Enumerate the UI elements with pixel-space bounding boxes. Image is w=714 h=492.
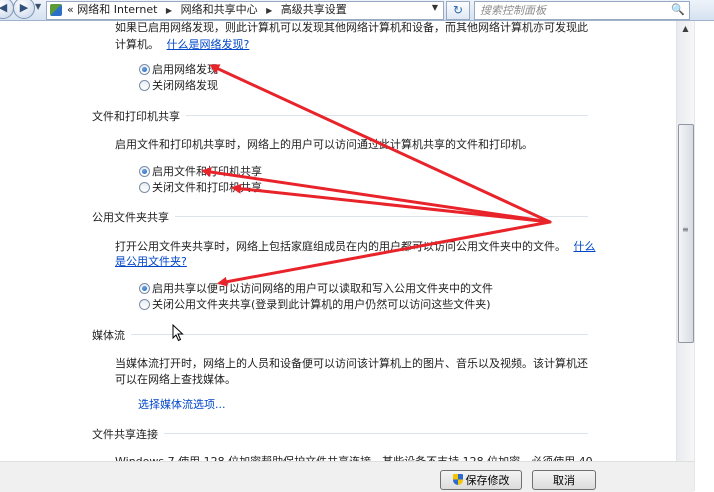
mouse-cursor-icon: [172, 324, 184, 342]
save-changes-label: 保存修改: [465, 474, 510, 487]
uac-shield-icon: [452, 474, 463, 485]
breadcrumb-overflow[interactable]: «: [67, 3, 74, 16]
forward-button[interactable]: ▶: [13, 0, 35, 19]
file-sharing-connections-description: Windows 7 使用 128 位加密帮助保护文件共享连接。某些设备不支持 1…: [115, 453, 593, 461]
refresh-button[interactable]: ↻: [446, 1, 470, 20]
enable-public-folder-sharing-radio[interactable]: [139, 283, 150, 294]
disable-public-folder-sharing-label[interactable]: 关闭公用文件夹共享(登录到此计算机的用户仍然可以访问这些文件夹): [152, 296, 491, 312]
back-button[interactable]: ◀: [0, 0, 14, 19]
forward-arrow-icon: ▶: [19, 1, 29, 14]
what-is-public-folder-link-cont[interactable]: 是公用文件夹?: [115, 255, 187, 268]
disable-network-discovery-radio[interactable]: [139, 80, 150, 91]
back-arrow-icon: ◀: [0, 1, 8, 14]
refresh-icon: ↻: [452, 3, 464, 17]
recent-pages-dropdown[interactable]: ▼: [35, 2, 41, 11]
disable-file-printer-sharing-radio[interactable]: [139, 182, 150, 193]
breadcrumb-network-sharing-center[interactable]: 网络和共享中心: [181, 3, 258, 16]
media-streaming-description-end: 可以在网络上查找媒体。: [115, 373, 236, 386]
media-streaming-heading: 媒体流: [92, 327, 588, 342]
breadcrumb-separator-icon[interactable]: ▶: [161, 6, 177, 15]
breadcrumb[interactable]: « 网络和 Internet ▶ 网络和共享中心 ▶ 高级共享设置 ▼: [46, 1, 444, 20]
disable-file-printer-sharing-label[interactable]: 关闭文件和打印机共享: [152, 179, 262, 195]
breadcrumb-separator-icon[interactable]: ▶: [261, 6, 277, 15]
cancel-button[interactable]: 取消: [532, 470, 596, 490]
disable-network-discovery-label[interactable]: 关闭网络发现: [152, 77, 218, 93]
scroll-up-icon[interactable]: ▲: [677, 21, 694, 37]
footer-bar: 保存修改 取消: [0, 461, 694, 492]
search-icon[interactable]: 🔍: [671, 3, 685, 16]
grip-icon: ≡: [682, 225, 689, 234]
save-changes-button[interactable]: 保存修改: [440, 470, 522, 490]
file-printer-sharing-heading: 文件和打印机共享: [92, 108, 588, 123]
control-panel-icon: [50, 4, 62, 16]
window-edge: [694, 21, 714, 491]
public-folder-sharing-description: 打开公用文件夹共享时，网络上包括家庭组成员在内的用户都可以访问公用文件夹中的文件…: [115, 240, 566, 253]
network-discovery-intro-end: 计算机。: [115, 38, 159, 51]
scrollbar-thumb[interactable]: ≡: [678, 124, 694, 343]
address-dropdown-icon[interactable]: ▼: [432, 3, 438, 12]
file-printer-sharing-description: 启用文件和打印机共享时，网络上的用户可以访问通过此计算机共享的文件和打印机。: [115, 138, 533, 151]
what-is-public-folder-link[interactable]: 什么: [574, 240, 596, 253]
disable-public-folder-sharing-radio[interactable]: [139, 299, 150, 310]
breadcrumb-network-internet[interactable]: 网络和 Internet: [77, 3, 157, 16]
enable-network-discovery-radio[interactable]: [139, 64, 150, 75]
enable-network-discovery-label[interactable]: 启用网络发现: [152, 61, 218, 77]
public-folder-sharing-heading: 公用文件夹共享: [92, 209, 588, 224]
vertical-scrollbar[interactable]: ▲ ≡: [676, 21, 694, 461]
breadcrumb-advanced-sharing[interactable]: 高级共享设置: [281, 3, 347, 16]
what-is-network-discovery-link[interactable]: 什么是网络发现?: [167, 38, 250, 51]
choose-media-streaming-options-link[interactable]: 选择媒体流选项...: [138, 398, 226, 411]
enable-file-printer-sharing-label[interactable]: 启用文件和打印机共享: [152, 163, 262, 179]
enable-file-printer-sharing-radio[interactable]: [139, 166, 150, 177]
search-input[interactable]: [480, 3, 660, 17]
media-streaming-description: 当媒体流打开时，网络上的人员和设备便可以访问该计算机上的图片、音乐以及视频。该计…: [115, 357, 588, 370]
settings-content: 如果已启用网络发现，则此计算机可以发现其他网络计算机和设备，而其他网络计算机亦可…: [0, 21, 676, 461]
search-box: 🔍: [474, 1, 690, 20]
address-bar: ◀ ▶ ▼ « 网络和 Internet ▶ 网络和共享中心 ▶ 高级共享设置 …: [0, 0, 714, 21]
enable-public-folder-sharing-label[interactable]: 启用共享以便可以访问网络的用户可以读取和写入公用文件夹中的文件: [152, 280, 493, 296]
file-sharing-connections-heading: 文件共享连接: [92, 426, 588, 441]
network-discovery-intro: 如果已启用网络发现，则此计算机可以发现其他网络计算机和设备，而其他网络计算机亦可…: [115, 21, 588, 34]
